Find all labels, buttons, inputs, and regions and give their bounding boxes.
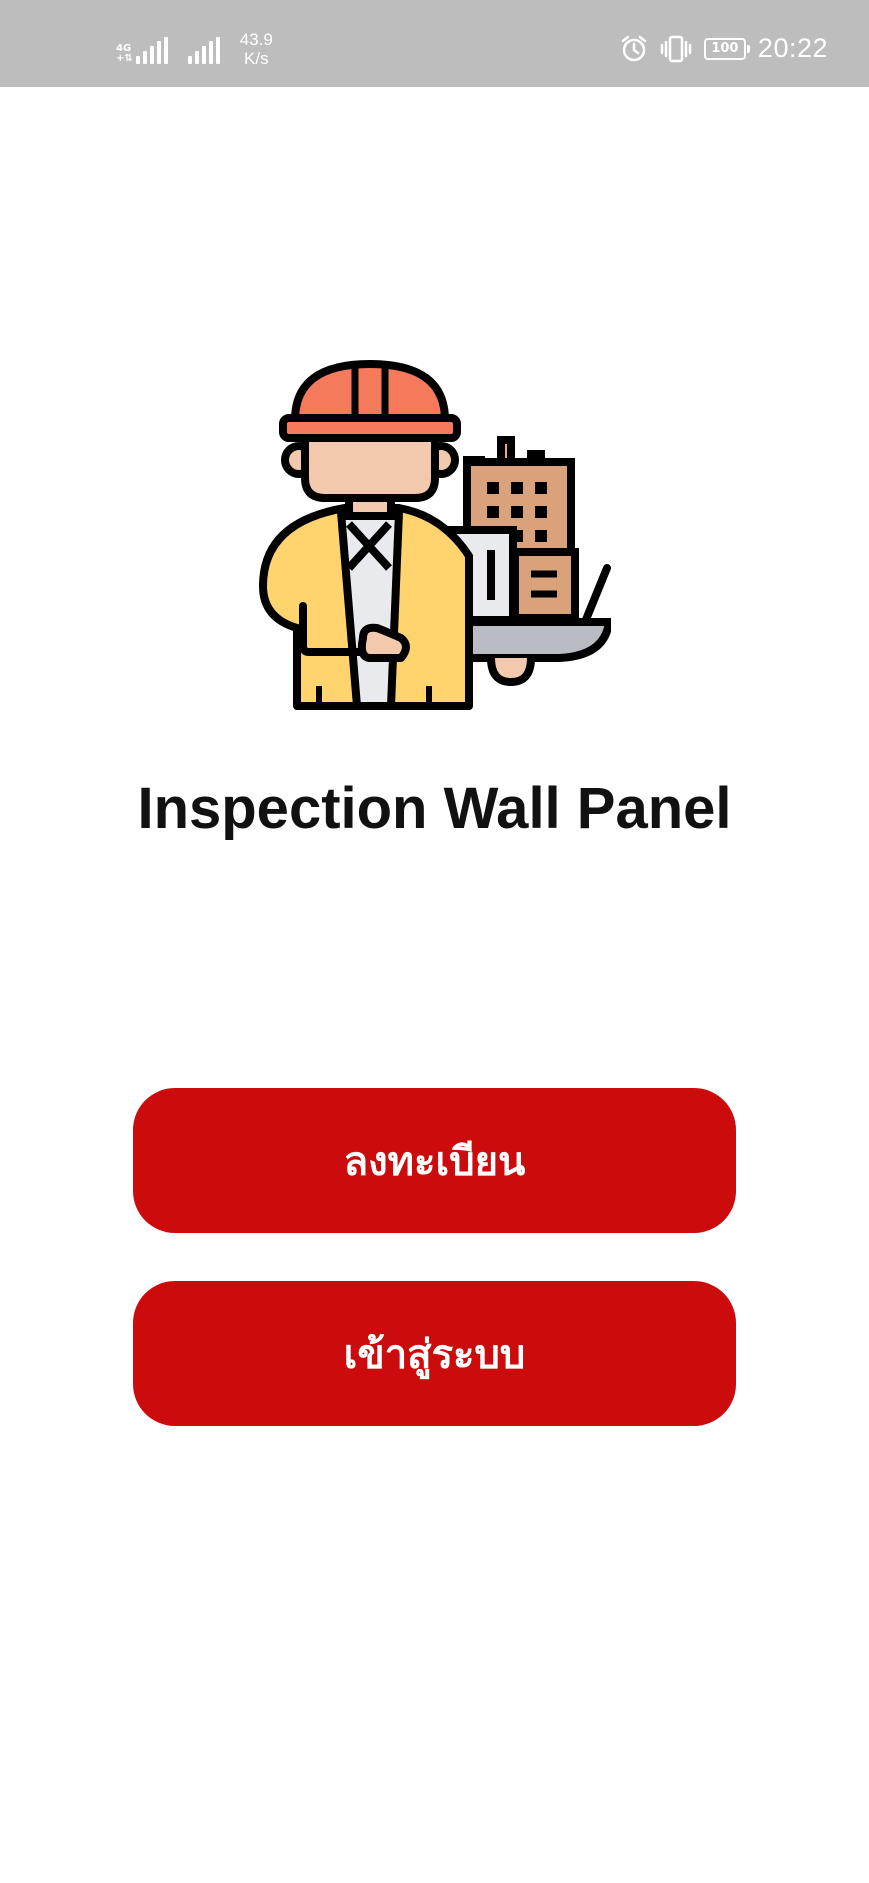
network-speed-value: 43.9 (239, 30, 273, 49)
app-title: Inspection Wall Panel (137, 776, 732, 841)
status-time: 20:22 (757, 33, 828, 63)
vibrate-icon (660, 35, 692, 62)
network-speed-unit: K/s (244, 49, 269, 68)
status-bar-right: 100 20:22 (620, 33, 828, 64)
engineer-building-illustration (259, 360, 611, 710)
alarm-icon (621, 35, 647, 61)
network-activity-label: +⇅ (116, 53, 133, 64)
cellular-signal-sim1-icon: 4G +⇅ (116, 34, 168, 64)
status-bar-left: 4G +⇅ 43.9 K/s (116, 30, 273, 68)
login-button[interactable]: เข้าสู่ระบบ (133, 1281, 736, 1426)
battery-icon: 100 (703, 37, 750, 60)
register-button[interactable]: ลงทะเบียน (133, 1088, 736, 1233)
status-bar: 4G +⇅ 43.9 K/s 100 20:22 (0, 0, 869, 87)
network-type: 4G +⇅ (116, 44, 133, 64)
network-speed: 43.9 K/s (240, 30, 273, 68)
cellular-signal-sim2-icon (187, 34, 220, 64)
